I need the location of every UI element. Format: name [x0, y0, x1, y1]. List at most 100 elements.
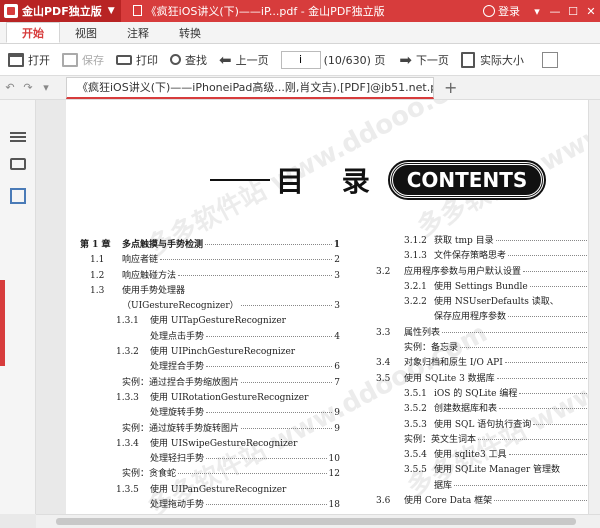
scrollbar-thumb[interactable] [56, 518, 576, 525]
toc-title: 文件保存策略思考 [434, 251, 507, 262]
toc-title: 创建数据库和表 [434, 404, 498, 415]
toc-entry: 3.4对象归档和原生 I/O API58 [376, 355, 588, 370]
new-tab-button[interactable]: + [444, 78, 457, 97]
toc-number: 1.3.1 [116, 316, 139, 327]
prev-page-label: 上一页 [235, 53, 269, 67]
minimize-button[interactable]: — [546, 5, 564, 18]
toc-title: （UIGestureRecognizer） [122, 301, 239, 312]
sidebar-handle[interactable] [0, 280, 5, 366]
toc-left-column: 第 1 章 多点触摸与手势检测 1 1.1 响应者链 2 1.2 响应触碰方法 3 1.3 使用手势… [80, 237, 340, 512]
toc-entry: 处理捏合手势 6 [80, 359, 340, 374]
toc-entry: 3.5使用 SQLite 3 数据库58 [376, 371, 588, 386]
tab-start[interactable]: 开始 [6, 22, 60, 43]
toc-page: 9 [334, 408, 340, 419]
document-tab[interactable]: 《疯狂iOS讲义(下)——iPhoneiPad高级...刚,肖文吉).[PDF]… [66, 76, 434, 99]
page-number-input[interactable] [280, 50, 321, 69]
toc-entry: 3.2.1使用 Settings Bundle42 [376, 279, 588, 294]
save-button[interactable]: 保存 [62, 52, 104, 68]
toc-number: 1.3.5 [116, 484, 139, 495]
to-word-icon[interactable] [10, 188, 26, 204]
toc-leader [206, 504, 327, 506]
horizontal-scrollbar[interactable] [36, 514, 600, 528]
toc-leader [206, 366, 333, 368]
toolbar: 打开 保存 打印 查找 ⬅ 上一页 (10/630) 页 ➡ 下一页 实际大小 [0, 44, 600, 76]
toc-page: 1 [333, 240, 340, 250]
toc-number: 3.4 [376, 358, 391, 369]
toc-entry: 3.1.2获取 tmp 目录41 [376, 233, 588, 248]
print-button[interactable]: 打印 [116, 52, 158, 68]
toc-entry: 1.3.2 使用 UIPinchGestureRecognizer [80, 344, 340, 359]
toc-leader [206, 335, 333, 337]
toc-leader [508, 255, 587, 257]
toc-title: 使用 Core Data 框架 [404, 496, 493, 507]
document-view[interactable]: 多多软件站 www.ddooo.com 多多软件站 www.ddooo.com … [36, 100, 588, 514]
window-title-text: 《疯狂iOS讲义(下)——iP...pdf - 金山PDF独立版 [145, 5, 385, 18]
window-title: 《疯狂iOS讲义(下)——iP...pdf - 金山PDF独立版 [121, 3, 483, 19]
toc-entry: 3.5.3使用 SQL 语句执行查询63 [376, 417, 588, 432]
toc-entry: 3.6使用 Core Data 框架71 [376, 493, 588, 508]
prev-page-button[interactable]: ⬅ 上一页 [219, 51, 269, 69]
toc-title: 实例：通过旋转手势旋转图片 [122, 423, 240, 434]
tab-convert[interactable]: 转换 [164, 22, 216, 43]
toc-right-column: 3.1.2获取 tmp 目录413.1.3文件保存策略思考413.2应用程序参数… [376, 233, 588, 508]
toc-title-en: CONTENTS [387, 160, 547, 200]
fit-page-icon[interactable] [541, 51, 558, 68]
toc-number: 3.6 [376, 496, 391, 507]
toc-title: 使用 UIPanGestureRecognizer [150, 484, 287, 495]
tab-view[interactable]: 视图 [60, 22, 112, 43]
toc-entry: 处理拖动手势 18 [80, 497, 340, 512]
toc-entry: 处理旋转手势 9 [80, 405, 340, 420]
toc-page: 9 [334, 423, 340, 434]
redo-icon[interactable]: ↷ [20, 81, 36, 94]
skin-icon[interactable]: ▾ [528, 5, 546, 18]
open-button[interactable]: 打开 [8, 52, 50, 68]
toc-leader [205, 244, 332, 245]
document-tab-bar: ↶ ↷ ▾ 《疯狂iOS讲义(下)——iPhoneiPad高级...刚,肖文吉)… [0, 76, 600, 100]
search-icon [170, 54, 181, 65]
login-button[interactable]: 登录 [483, 3, 520, 19]
toc-title: 使用 UIRotationGestureRecognizer [150, 392, 309, 403]
toc-leader [519, 392, 587, 394]
toc-entry: 第 1 章 多点触摸与手势检测 1 [80, 237, 340, 252]
toc-leader [494, 500, 587, 502]
save-icon [62, 52, 78, 67]
toc-entry: 实例：贪食蛇 12 [80, 466, 340, 481]
toc-title: 属性列表 [404, 327, 441, 338]
toc-title: 对象归档和原生 I/O API [404, 358, 503, 369]
tab-annotate[interactable]: 注释 [112, 22, 164, 43]
maximize-button[interactable]: ☐ [564, 5, 582, 18]
toc-entry: 3.3属性列表54 [376, 325, 588, 340]
outline-icon[interactable] [10, 130, 26, 146]
vertical-scrollbar[interactable] [588, 100, 600, 514]
toc-leader [178, 274, 333, 276]
toc-title: 处理捏合手势 [150, 362, 205, 373]
undo-icon[interactable]: ↶ [2, 81, 18, 94]
toc-leader [241, 381, 333, 383]
toc-title: 实例：通过捏合手势缩放图片 [122, 377, 240, 388]
toc-leader [178, 473, 327, 475]
toc-title: 处理轻扫手势 [150, 454, 205, 465]
app-menu-button[interactable]: 金山PDF独立版 ▼ [0, 0, 121, 22]
toc-title: 应用程序参数与用户默认设置 [404, 266, 522, 277]
toc-number: 1.2 [90, 270, 105, 281]
actual-size-icon [460, 51, 475, 68]
actual-size-button[interactable]: 实际大小 [460, 51, 524, 68]
print-label: 打印 [136, 53, 158, 67]
toc-page: 7 [334, 377, 340, 388]
toc-page: 2 [334, 255, 340, 266]
toc-title: 使用 UISwipeGestureRecognizer [150, 438, 298, 449]
toc-title: 实例：备忘录 [404, 343, 459, 354]
toc-title: 使用 SQLite Manager 管理数 [434, 465, 561, 476]
save-label: 保存 [82, 53, 104, 67]
toc-title: 实例：贪食蛇 [122, 469, 177, 480]
toc-title: 处理点击手势 [150, 331, 205, 342]
toc-page: 3 [334, 270, 340, 281]
comment-icon[interactable] [10, 158, 26, 170]
toc-title: 使用 sqlite3 工具 [434, 450, 507, 461]
app-logo-icon [4, 4, 18, 18]
customize-icon[interactable]: ▾ [38, 81, 54, 94]
close-button[interactable]: ✕ [582, 5, 600, 18]
toc-entry: 3.5.5 使用 SQLite Manager 管理数 [376, 462, 588, 477]
find-button[interactable]: 查找 [170, 52, 207, 68]
next-page-button[interactable]: ➡ 下一页 [399, 51, 449, 69]
